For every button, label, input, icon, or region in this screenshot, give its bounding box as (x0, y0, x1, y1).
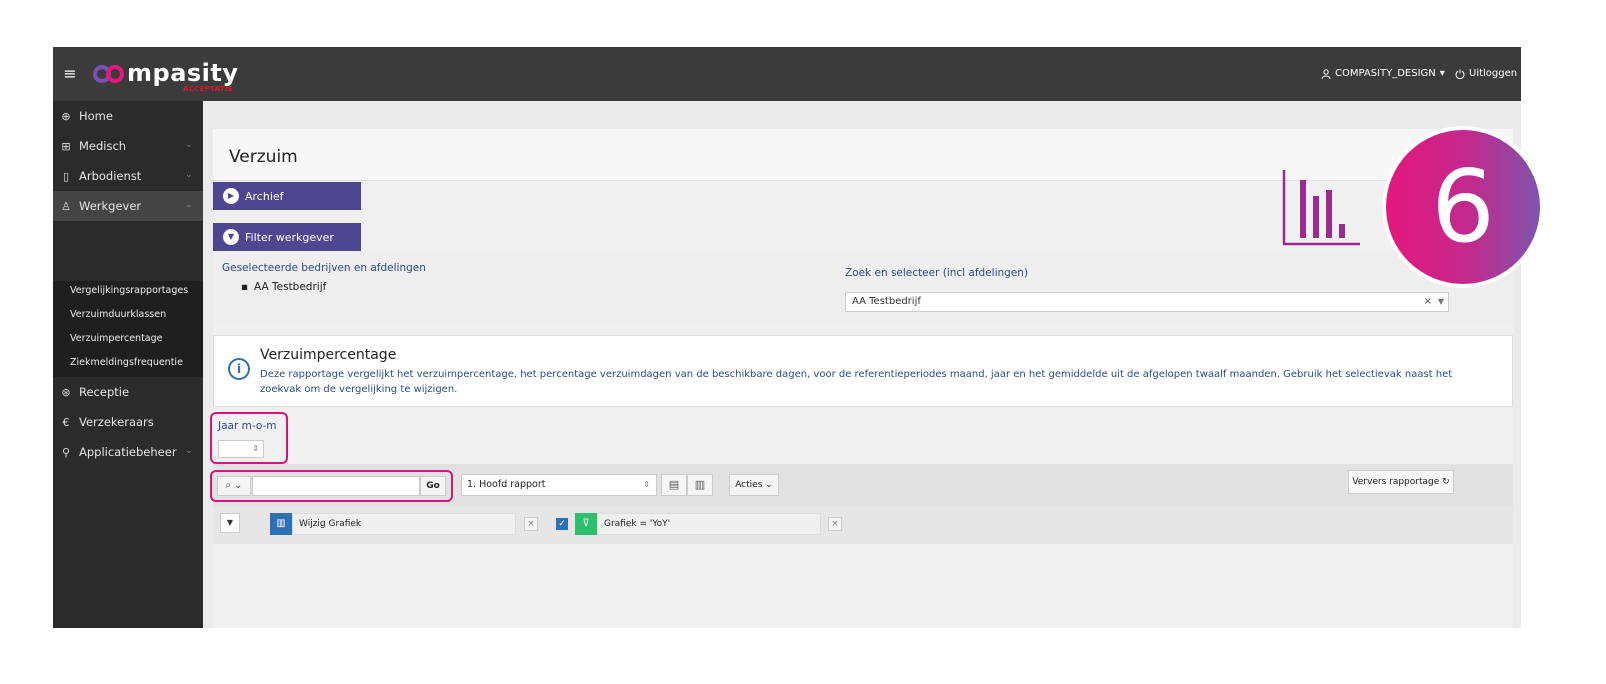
filter-chip[interactable]: Grafiek = 'YoY' (597, 513, 821, 535)
chevron-down-icon: ⌄ (185, 140, 193, 150)
sidebar: ⊕ Home ⊞ Medisch ⌄ ▯ Arbodienst ⌄ ♙ Werk… (53, 101, 203, 628)
chevron-down-icon: ⌄ (765, 480, 773, 490)
clear-icon[interactable]: × (1424, 293, 1432, 311)
sidebar-item-verzekeraars[interactable]: € Verzekeraars (53, 407, 203, 437)
dropdown-arrow-icon[interactable]: ▼ (1438, 293, 1444, 311)
filter-icon: ⊽ (575, 513, 597, 535)
sidebar-subitem-ziekmeldingsfrequentie[interactable]: Ziekmeldingsfrequentie (70, 353, 183, 373)
selected-company-value: AA Testbedrijf (254, 281, 327, 293)
user-icon: ♙ (61, 199, 71, 213)
info-text: Deze rapportage vergelijkt het verzuimpe… (260, 369, 1453, 395)
report-select[interactable]: 1. Hoofd rapport ⇕ (461, 474, 657, 496)
bar-chart-icon: ▥ (694, 478, 706, 491)
table-icon: ▤ (668, 478, 680, 491)
info-title: Verzuimpercentage (260, 347, 397, 363)
sidebar-item-label: Applicatiebeheer (79, 445, 177, 459)
chart-view-button[interactable]: ▥ (687, 474, 713, 496)
selected-company-icon: ▪ (241, 281, 249, 293)
year-select[interactable]: ⇕ (218, 440, 264, 458)
sidebar-item-label: Receptie (79, 385, 130, 399)
info-box: i Verzuimpercentage Deze rapportage verg… (213, 335, 1513, 407)
company-search-value: AA Testbedrijf (852, 296, 921, 307)
medical-icon: ⊞ (61, 139, 71, 153)
step-number: 6 (1431, 148, 1495, 265)
logout-label: Uitloggen (1469, 68, 1518, 79)
logo-mark-icon (93, 65, 124, 83)
report-area (213, 544, 1513, 628)
remove-chart-setting-button[interactable]: × (524, 517, 538, 531)
filter-label: Filter werkgever (245, 230, 334, 244)
table-view-button[interactable]: ▤ (661, 474, 687, 496)
search-group-highlight: ⌕ ⌄ Go (210, 470, 453, 502)
sidebar-item-medisch[interactable]: ⊞ Medisch ⌄ (53, 131, 203, 161)
chevron-down-icon: ⌄ (185, 170, 193, 180)
refresh-report-button[interactable]: Ververs rapportage ↻ (1348, 470, 1454, 494)
selected-companies-label: Geselecteerde bedrijven en afdelingen (222, 262, 426, 274)
archive-label: Archief (245, 189, 284, 203)
refresh-icon: ↻ (1442, 477, 1450, 487)
filter-toggle[interactable]: ▼ Filter werkgever (213, 223, 361, 251)
home-icon: ⊕ (61, 109, 71, 123)
sidebar-item-label: Arbodienst (79, 169, 142, 183)
search-select-label: Zoek en selecteer (incl afdelingen) (845, 267, 1029, 279)
refresh-label: Ververs rapportage (1352, 477, 1440, 487)
sidebar-subitem-vergelijkingsrapportages[interactable]: Vergelijkingsrapportages (70, 281, 188, 301)
filter-enabled-checkbox[interactable]: ✓ (556, 518, 568, 530)
sidebar-subitem-verzuimpercentage[interactable]: Verzuimpercentage (70, 329, 163, 349)
admin-icon: ⚲ (61, 445, 71, 459)
archive-toggle[interactable]: ▶ Archief (213, 182, 361, 210)
sidebar-item-home[interactable]: ⊕ Home (53, 101, 203, 131)
chart-settings-icon: ▥ (270, 513, 292, 535)
sidebar-item-arbodienst[interactable]: ▯ Arbodienst ⌄ (53, 161, 203, 191)
user-menu[interactable]: COMPASITY_DESIGN ▾ (1321, 65, 1445, 83)
sidebar-item-applicatiebeheer[interactable]: ⚲ Applicatiebeheer ⌄ (53, 437, 203, 467)
select-arrows-icon: ⇕ (643, 480, 650, 489)
chevron-down-icon: ⌄ (185, 200, 193, 210)
year-label: Jaar m-o-m (218, 420, 277, 432)
filter-chip-label: Grafiek = 'YoY' (604, 519, 671, 529)
sidebar-item-label: Werkgever (79, 199, 142, 213)
page-title: Verzuim (229, 147, 298, 167)
caret-down-icon: ▾ (1439, 68, 1445, 79)
power-icon (1455, 69, 1465, 79)
reception-icon: ⊛ (61, 385, 71, 399)
app-window: ≡ mpasity ACCEPTATIE COMPASITY_DESIGN ▾ … (53, 47, 1521, 628)
top-bar: ≡ mpasity ACCEPTATIE COMPASITY_DESIGN ▾ … (53, 47, 1521, 101)
actions-button[interactable]: Acties ⌄ (729, 474, 779, 496)
report-select-value: 1. Hoofd rapport (467, 479, 546, 490)
chart-setting-chip[interactable]: Wijzig Grafiek (292, 513, 516, 535)
euro-icon: € (62, 415, 70, 429)
select-arrows-icon: ⇕ (252, 444, 259, 453)
play-icon: ▶ (223, 188, 239, 204)
report-search-input[interactable] (252, 476, 420, 496)
filter-row-toggle[interactable]: ▼ (220, 513, 240, 533)
hamburger-menu-icon[interactable]: ≡ (59, 63, 81, 85)
sidebar-submenu: Vergelijkingsrapportages Verzuimduurklas… (53, 281, 203, 377)
year-filter-highlight: Jaar m-o-m ⇕ (210, 412, 288, 464)
user-icon (1321, 69, 1331, 79)
sidebar-item-label: Verzekeraars (79, 415, 154, 429)
actions-label: Acties (735, 480, 763, 490)
step-badge: 6 (1386, 130, 1540, 284)
bar-chart-glyph-icon (1282, 170, 1360, 246)
sidebar-item-receptie[interactable]: ⊛ Receptie (53, 377, 203, 407)
sidebar-item-label: Medisch (79, 139, 127, 153)
chevron-down-circle-icon: ▼ (223, 229, 239, 245)
remove-filter-button[interactable]: × (828, 517, 842, 531)
user-name: COMPASITY_DESIGN (1335, 68, 1436, 79)
search-column-button[interactable]: ⌕ ⌄ (217, 476, 251, 496)
clipboard-icon: ▯ (62, 169, 70, 183)
sidebar-item-werkgever[interactable]: ♙ Werkgever ⌄ (53, 191, 203, 221)
company-search-select[interactable]: AA Testbedrijf × ▼ (845, 292, 1449, 312)
chevron-down-icon: ⌄ (185, 446, 193, 456)
logo-subtext: ACCEPTATIE (183, 85, 233, 93)
logo[interactable]: mpasity ACCEPTATIE (91, 55, 241, 93)
logout-button[interactable]: Uitloggen (1455, 65, 1517, 83)
logo-text: mpasity (127, 59, 239, 87)
sidebar-subitem-verzuimduurklassen[interactable]: Verzuimduurklassen (70, 305, 166, 325)
chart-setting-label: Wijzig Grafiek (299, 519, 362, 529)
sidebar-item-label: Home (79, 109, 113, 123)
go-button[interactable]: Go (420, 476, 446, 496)
info-icon: i (228, 358, 250, 380)
